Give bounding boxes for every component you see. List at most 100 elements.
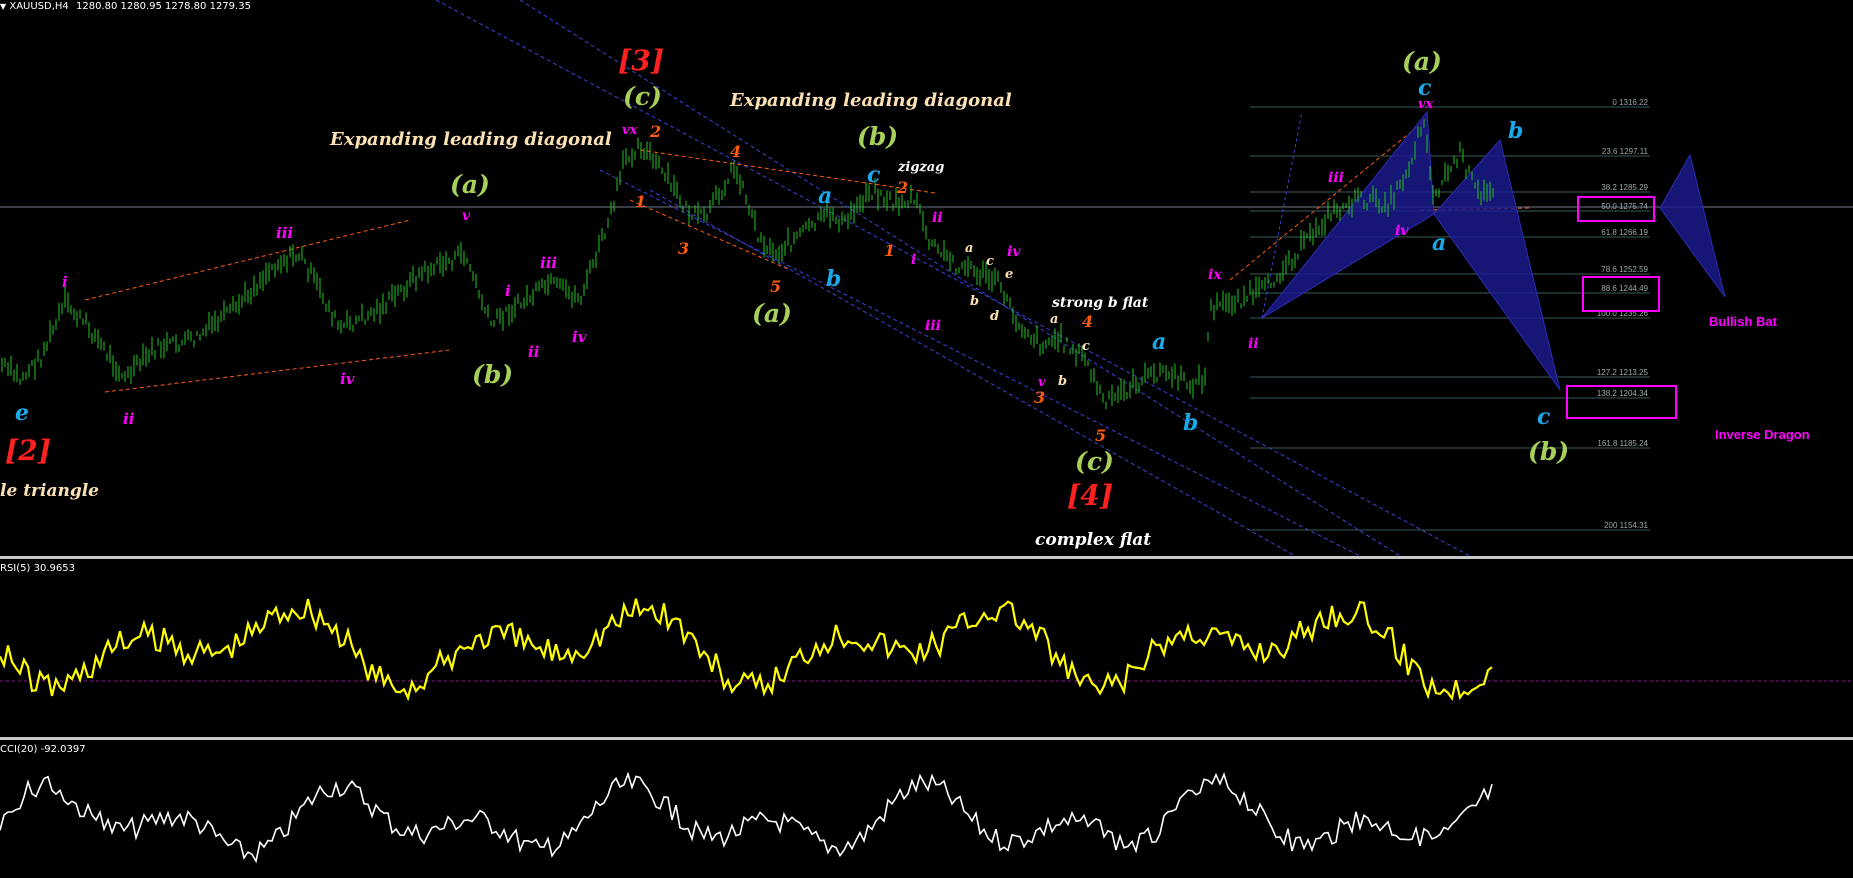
fib-label: 78.6 1252.59 [1601, 265, 1648, 274]
harmonic-labels: Bullish Bat Inverse Dragon [1709, 314, 1810, 442]
label-c-lc3: c [1537, 404, 1551, 430]
label-n3b: 3 [1034, 388, 1045, 407]
label-e1: e [15, 400, 29, 426]
fib-label: 161.8 1185.24 [1597, 439, 1648, 448]
cci-chart [0, 771, 1493, 864]
label-a3: (a) [1402, 47, 1442, 76]
wave-labels: [2] [3] [4] e i ii iii iv v (a) (b) i ii… [5, 44, 1569, 512]
label-ii1: ii [123, 410, 135, 428]
label-iii1: iii [276, 224, 293, 242]
candlestick-series [1, 119, 1494, 410]
price-pane[interactable]: 0 1316.22 23.6 1297.11 38.2 1285.29 50.0 12… [0, 0, 1853, 556]
label-v1: v [462, 208, 471, 224]
label-inverse-dragon: Inverse Dragon [1715, 427, 1810, 442]
label-iv2: iv [572, 328, 587, 346]
pattern-zigzag: zigzag [897, 160, 944, 175]
label-c2: (c) [1075, 447, 1114, 476]
fib-label: 61.8 1266.19 [1601, 228, 1648, 237]
label-n1b: 1 [884, 241, 895, 260]
label-c-lc2: c [1418, 75, 1432, 101]
label-sa: a [1050, 312, 1058, 327]
fib-label: 200 1154.31 [1604, 521, 1648, 530]
pattern-triangle: le triangle [0, 481, 99, 501]
label-ii3: ii [932, 210, 943, 226]
fib-label: 0 1316.22 [1612, 98, 1648, 107]
bat-xab [1261, 110, 1435, 319]
price-chart: 0 1316.22 23.6 1297.11 38.2 1285.29 50.0 12… [0, 0, 1853, 556]
fib-label: 38.2 1285.29 [1601, 183, 1648, 192]
label-c-lc1: c [867, 162, 881, 188]
pattern-annotations: le triangle Expanding leading diagonal E… [0, 90, 1151, 550]
label-n1: 1 [635, 192, 646, 211]
pane-separator-1[interactable] [0, 556, 1853, 559]
label-n3: 3 [678, 239, 689, 258]
cci-pane[interactable]: CCI(20) -92.0397 [0, 741, 1853, 878]
pattern-diagonal-1: Expanding leading diagonal [329, 129, 612, 150]
label-b3: (b) [1528, 437, 1569, 466]
chart-window: 0 1316.22 23.6 1297.11 38.2 1285.29 50.0 12… [0, 0, 1853, 878]
label-n2b: 2 [896, 178, 908, 197]
label-sc: c [1082, 339, 1090, 354]
label-ix: ix [1208, 267, 1222, 283]
label-b-lc1: b [826, 266, 841, 292]
label-iv4: iv [1395, 223, 1409, 239]
label-a2: (a) [752, 299, 792, 328]
label-sb: b [1058, 374, 1067, 389]
label-b-lc3: b [1508, 118, 1523, 144]
fib-label: 138.2 1204.34 [1597, 389, 1649, 398]
rsi-pane[interactable]: RSI(5) 30.9653 [0, 561, 1853, 737]
label-i3: i [911, 252, 916, 268]
label-n4b: 4 [1082, 312, 1093, 331]
fib-label: 127.2 1213.25 [1597, 368, 1649, 377]
label-iii3: iii [925, 318, 941, 334]
label-b2: (b) [857, 122, 898, 151]
label-iv1: iv [340, 370, 355, 388]
label-iii2: iii [540, 254, 557, 272]
label-major-3: [3] [618, 44, 664, 77]
label-a-lc2: a [1152, 329, 1166, 355]
dragon-shape [1659, 153, 1726, 298]
label-n5: 5 [770, 277, 781, 296]
label-w-d: d [990, 309, 999, 324]
label-iv3: iv [1007, 244, 1021, 260]
label-c1: (c) [623, 82, 662, 111]
label-n5b: 5 [1095, 426, 1106, 445]
label-a1: (a) [450, 170, 490, 199]
label-n4: 4 [730, 142, 741, 161]
label-iii4: iii [1328, 170, 1344, 186]
label-i1: i [62, 273, 68, 291]
rsi-line [0, 598, 1493, 702]
label-major-4: [4] [1067, 479, 1113, 512]
pattern-strong-b-flat: strong b flat [1052, 295, 1149, 311]
label-w-e: e [1005, 267, 1013, 282]
rsi-title: RSI(5) 30.9653 [0, 563, 75, 574]
rsi-chart [0, 598, 1853, 702]
label-bullish-bat: Bullish Bat [1709, 314, 1778, 329]
pattern-diagonal-2: Expanding leading diagonal [729, 90, 1012, 111]
label-w-b: b [970, 294, 979, 309]
label-ii2: ii [528, 343, 540, 361]
label-i2: i [505, 282, 511, 300]
label-a-lc3: a [1432, 230, 1446, 256]
harmonic-patterns [1261, 110, 1726, 391]
fibonacci-levels: 0 1316.22 23.6 1297.11 38.2 1285.29 50.0 12… [1250, 98, 1650, 531]
dropdown-arrow-icon[interactable]: ▼ [0, 2, 6, 11]
pattern-complex-flat: complex flat [1035, 530, 1151, 550]
fib-label: 88.6 1244.49 [1601, 284, 1648, 293]
chart-symbol: XAUUSD,H4 [9, 1, 69, 12]
bat-bcd [1433, 138, 1561, 391]
fib-label: 23.6 1297.11 [1602, 147, 1649, 156]
label-major-2: [2] [5, 434, 51, 467]
label-vx1: vx [622, 123, 638, 138]
fib-label: 50.0 1275.74 [1601, 202, 1648, 211]
pane-separator-2[interactable] [0, 737, 1853, 740]
label-ii4: ii [1248, 336, 1259, 352]
label-a-lc1: a [818, 183, 832, 209]
ohlc-values: 1280.80 1280.95 1278.80 1279.35 [75, 1, 251, 12]
cci-title: CCI(20) -92.0397 [0, 744, 86, 755]
label-b-lc2: b [1183, 410, 1198, 436]
label-n2: 2 [649, 122, 661, 141]
cci-line [0, 771, 1493, 864]
label-w-c: c [986, 254, 994, 269]
label-w-a: a [965, 241, 973, 256]
